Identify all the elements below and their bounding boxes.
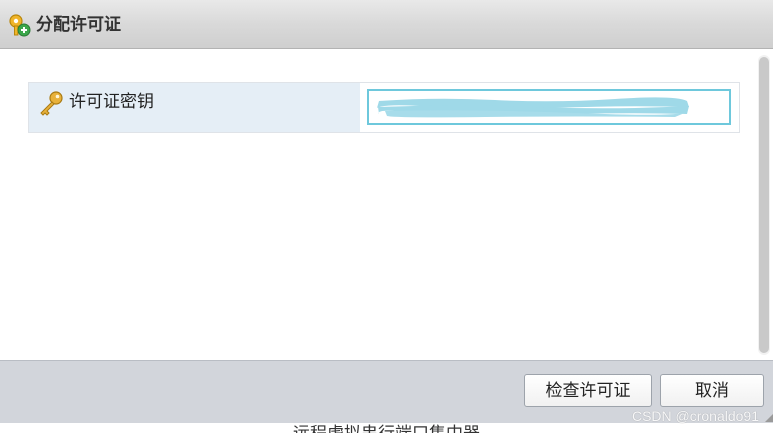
cancel-button[interactable]: 取消: [660, 374, 764, 407]
screen: 分配许可证 许可证密钥 检查许可证 取消 CSDN @cronaldo91: [0, 0, 773, 433]
dialog-titlebar[interactable]: 分配许可证: [0, 0, 773, 49]
background-window-text: 远程虚拟串行端口集中器: [0, 423, 773, 433]
dialog-title: 分配许可证: [36, 15, 121, 34]
assign-license-dialog: 分配许可证 许可证密钥 检查许可证 取消: [0, 0, 773, 423]
scrollbar-thumb[interactable]: [759, 57, 769, 353]
license-add-icon: [6, 12, 32, 38]
license-key-row: 许可证密钥: [28, 82, 740, 133]
watermark-text: CSDN @cronaldo91: [631, 408, 759, 424]
license-key-label: 许可证密钥: [69, 92, 154, 111]
resize-grip-icon[interactable]: [763, 409, 773, 422]
dialog-content: 许可证密钥: [0, 49, 773, 360]
vertical-scrollbar[interactable]: [758, 55, 770, 355]
license-key-label-cell: 许可证密钥: [29, 83, 360, 132]
check-license-button[interactable]: 检查许可证: [524, 374, 652, 407]
license-key-field[interactable]: [367, 89, 731, 125]
license-key-input[interactable]: [369, 91, 729, 123]
key-icon: [37, 90, 65, 116]
background-window-bottom: 远程虚拟串行端口集中器: [0, 423, 773, 433]
